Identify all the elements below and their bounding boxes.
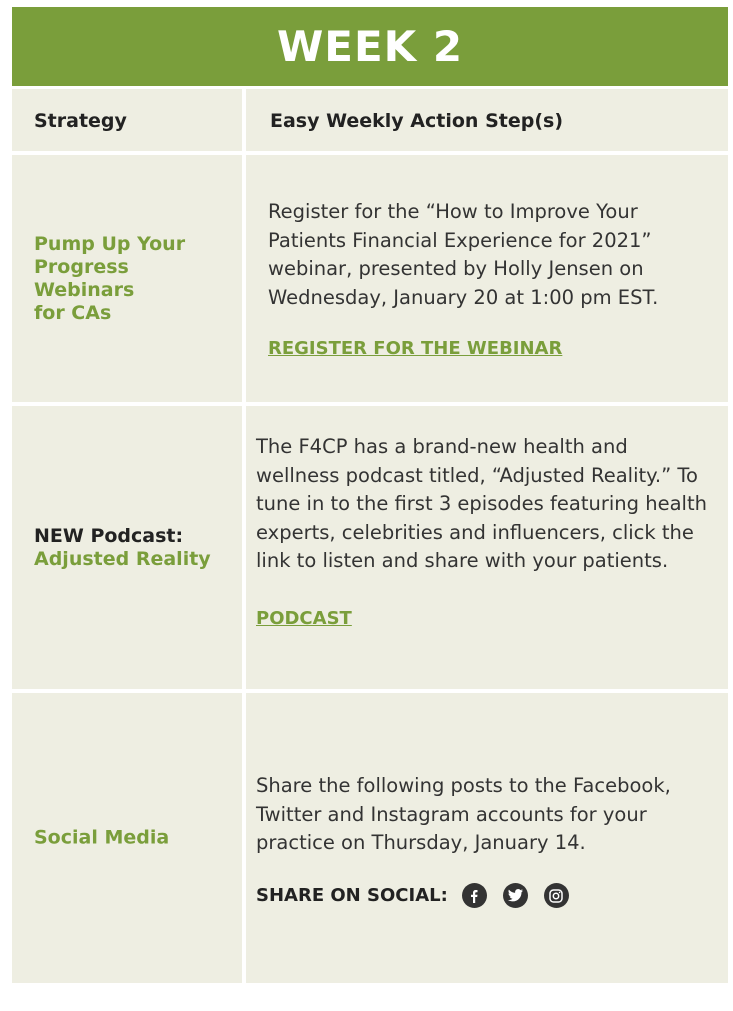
- action-cell-podcast: The F4CP has a brand-new health and well…: [246, 406, 728, 689]
- action-line: practice on Thursday, January 14.: [256, 831, 586, 854]
- instagram-glyph: [549, 888, 564, 903]
- podcast-link[interactable]: PODCAST: [256, 608, 352, 629]
- strategy-line: for CAs: [34, 301, 112, 324]
- strategy-cell-social: Social Media: [12, 693, 242, 983]
- action-line: webinar, presented by Holly Jensen on: [268, 257, 644, 280]
- strategy-line: Progress: [34, 255, 129, 278]
- column-header-action: Easy Weekly Action Step(s): [270, 110, 563, 132]
- share-label: SHARE ON SOCIAL:: [256, 885, 448, 906]
- strategy-social: Social Media: [34, 827, 232, 850]
- strategy-cell-webinars: Pump Up Your Progress Webinars for CAs: [12, 155, 242, 402]
- action-cell-social: Share the following posts to the Faceboo…: [246, 693, 728, 983]
- register-webinar-link[interactable]: REGISTER FOR THE WEBINAR: [268, 338, 562, 359]
- action-line: Wednesday, January 20 at 1:00 pm EST.: [268, 285, 659, 309]
- action-text-podcast: The F4CP has a brand-new health and well…: [256, 433, 707, 576]
- action-line: The F4CP has a brand-new health and: [256, 435, 628, 458]
- action-line: wellness podcast titled, “Adjusted Reali…: [256, 463, 698, 487]
- instagram-icon[interactable]: [543, 883, 569, 908]
- header-cell-strategy: Strategy: [12, 89, 242, 151]
- action-line: Register for the “How to Improve Your: [268, 200, 638, 223]
- facebook-icon[interactable]: [461, 883, 487, 908]
- share-row: SHARE ON SOCIAL:: [256, 883, 585, 908]
- strategy-main: Social Media: [34, 826, 170, 849]
- action-line: link to listen and share with your patie…: [256, 549, 669, 572]
- action-line: tune in to the first 3 episodes featurin…: [256, 492, 707, 515]
- facebook-glyph: [471, 889, 478, 903]
- column-header-strategy: Strategy: [34, 110, 127, 132]
- strategy-prefix: NEW Podcast:: [34, 524, 184, 547]
- action-text-social: Share the following posts to the Faceboo…: [256, 772, 671, 858]
- action-text-webinars: Register for the “How to Improve Your Pa…: [268, 198, 658, 312]
- strategy-webinars: Pump Up Your Progress Webinars for CAs: [34, 233, 232, 325]
- week-title: WEEK 2: [276, 22, 464, 71]
- strategy-line: Webinars: [34, 278, 135, 301]
- page: WEEK 2 Strategy Easy Weekly Action Step(…: [0, 0, 733, 1011]
- action-cell-webinars: Register for the “How to Improve Your Pa…: [246, 155, 728, 402]
- strategy-main: Adjusted Reality: [34, 547, 211, 570]
- week-banner: WEEK 2: [12, 7, 728, 86]
- strategy-line: Pump Up Your: [34, 232, 186, 255]
- header-cell-action: Easy Weekly Action Step(s): [246, 89, 728, 151]
- action-line: Twitter and Instagram accounts for your: [256, 802, 647, 826]
- action-line: experts, celebrities and influencers, cl…: [256, 520, 694, 544]
- action-line: Patients Financial Experience for 2021”: [268, 228, 652, 252]
- twitter-glyph: [507, 889, 523, 902]
- strategy-podcast: NEW Podcast: Adjusted Reality: [34, 525, 232, 571]
- twitter-icon[interactable]: [502, 883, 528, 908]
- action-line: Share the following posts to the Faceboo…: [256, 774, 671, 797]
- strategy-cell-podcast: NEW Podcast: Adjusted Reality: [12, 406, 242, 689]
